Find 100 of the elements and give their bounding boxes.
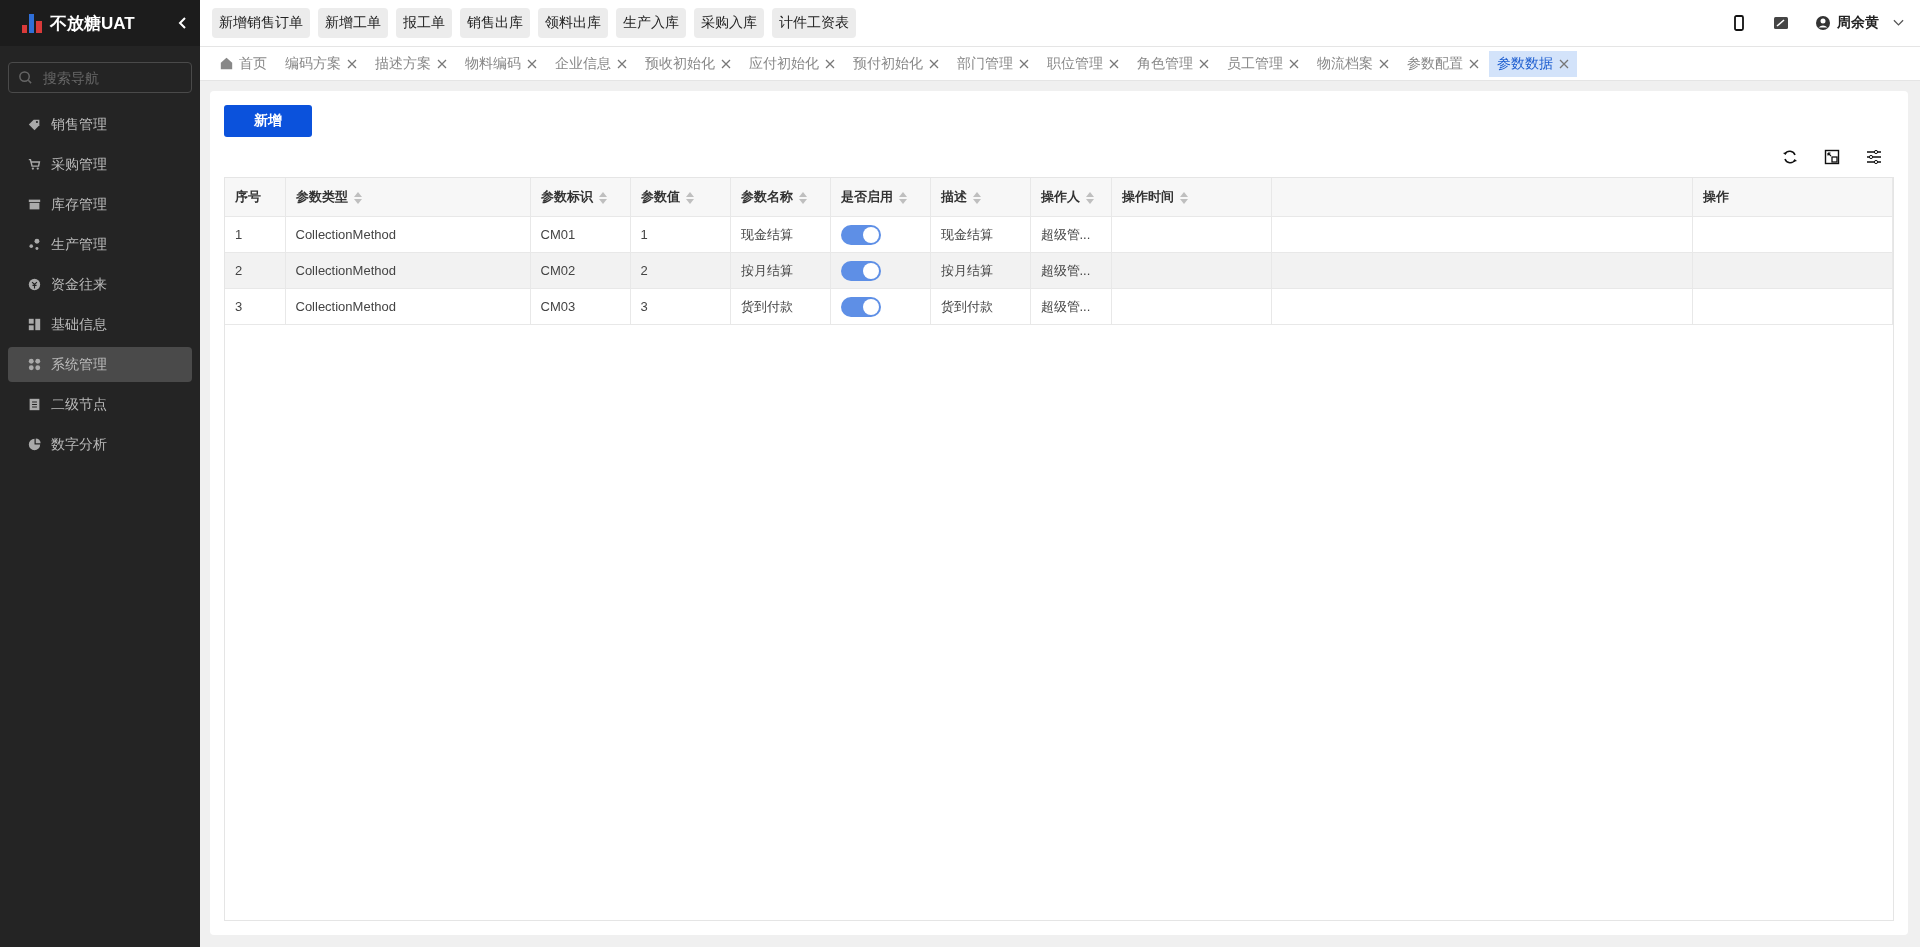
logo-icon <box>20 11 44 35</box>
table-cell: 超级管... <box>1030 252 1111 289</box>
table-cell: 现金结算 <box>930 216 1030 253</box>
column-header: 序号 <box>225 178 285 217</box>
blocks-icon <box>28 318 41 331</box>
close-icon[interactable] <box>347 58 357 69</box>
table-cell: 3 <box>225 288 285 325</box>
close-icon[interactable] <box>1469 58 1479 69</box>
table-cell: CollectionMethod <box>285 252 530 289</box>
nav-item[interactable]: 生产管理 <box>8 227 192 262</box>
close-icon[interactable] <box>1289 58 1299 69</box>
page-tab[interactable]: 部门管理 <box>949 50 1037 77</box>
table-cell: 1 <box>630 216 730 253</box>
page-tab[interactable]: 企业信息 <box>547 50 635 77</box>
user-avatar-icon[interactable] <box>1815 15 1831 31</box>
close-icon[interactable] <box>1559 58 1569 69</box>
nav-item[interactable]: 系统管理 <box>8 347 192 382</box>
column-header: 参数名称 <box>730 178 830 217</box>
toggle-switch[interactable] <box>840 296 881 317</box>
page-tab[interactable]: 员工管理 <box>1219 50 1307 77</box>
table-cell: CM01 <box>530 216 630 253</box>
table-cell: 3 <box>630 288 730 325</box>
column-header: 参数值 <box>630 178 730 217</box>
table-cell: CollectionMethod <box>285 216 530 253</box>
chevron-down-icon[interactable] <box>1893 19 1904 27</box>
quick-link-button[interactable]: 销售出库 <box>460 8 530 38</box>
collapse-icon[interactable] <box>178 16 188 30</box>
home-icon <box>220 57 233 70</box>
page-tab[interactable]: 编码方案 <box>277 50 365 77</box>
table-cell: 货到付款 <box>730 288 830 325</box>
close-icon[interactable] <box>437 58 447 69</box>
search-field[interactable]: 搜索导航 <box>8 62 192 93</box>
nav-item[interactable]: 资金往来 <box>8 267 192 302</box>
close-icon[interactable] <box>721 58 731 69</box>
nav-item[interactable]: 基础信息 <box>8 307 192 342</box>
close-icon[interactable] <box>1109 58 1119 69</box>
page-tab[interactable]: 首页 <box>212 50 275 77</box>
table-cell: 超级管... <box>1030 288 1111 325</box>
close-icon[interactable] <box>1379 58 1389 69</box>
column-header: 操作 <box>1692 178 1893 217</box>
table-cell: 现金结算 <box>730 216 830 253</box>
page-tab[interactable]: 物流档案 <box>1309 50 1397 77</box>
settings-icon[interactable] <box>1866 149 1882 165</box>
close-icon[interactable] <box>1019 58 1029 69</box>
table-cell: 按月结算 <box>730 252 830 289</box>
page-tab[interactable]: 参数配置 <box>1399 50 1487 77</box>
table-cell: 按月结算 <box>930 252 1030 289</box>
close-icon[interactable] <box>1199 58 1209 69</box>
table-cell: CollectionMethod <box>285 288 530 325</box>
brand-name: 不放糖UAT <box>50 12 136 35</box>
quick-link-button[interactable]: 生产入库 <box>616 8 686 38</box>
close-icon[interactable] <box>929 58 939 69</box>
page-tab[interactable]: 应付初始化 <box>741 50 843 77</box>
nav-item[interactable]: 库存管理 <box>8 187 192 222</box>
pie-chart-icon <box>28 438 41 451</box>
quick-link-button[interactable]: 采购入库 <box>694 8 764 38</box>
column-header: 描述 <box>930 178 1030 217</box>
table-cell: 2 <box>630 252 730 289</box>
quick-link-button[interactable]: 领料出库 <box>538 8 608 38</box>
toggle-switch[interactable] <box>840 260 881 281</box>
search-icon <box>18 70 33 85</box>
nav-item[interactable]: 数字分析 <box>8 427 192 462</box>
dots-icon <box>28 238 41 251</box>
table-cell: 1 <box>225 216 285 253</box>
page-tab[interactable]: 参数数据 <box>1489 50 1577 77</box>
nav-item[interactable]: 采购管理 <box>8 147 192 182</box>
page-tab[interactable]: 职位管理 <box>1039 50 1127 77</box>
tag-icon <box>28 118 41 131</box>
page-tab[interactable]: 预付初始化 <box>845 50 947 77</box>
column-header: 参数标识 <box>530 178 630 217</box>
cart-icon <box>28 158 41 171</box>
quick-link-button[interactable]: 新增销售订单 <box>212 8 310 38</box>
quick-link-button[interactable]: 报工单 <box>396 8 452 38</box>
table-cell: 超级管... <box>1030 216 1111 253</box>
close-icon[interactable] <box>825 58 835 69</box>
density-icon[interactable] <box>1824 149 1840 165</box>
user-name[interactable]: 周余黄 <box>1837 14 1879 32</box>
phone-icon[interactable] <box>1731 15 1747 31</box>
close-icon[interactable] <box>527 58 537 69</box>
table-cell: 2 <box>225 252 285 289</box>
quick-link-button[interactable]: 新增工单 <box>318 8 388 38</box>
column-header: 操作时间 <box>1111 178 1271 217</box>
document-icon <box>28 398 41 411</box>
toggle-switch[interactable] <box>840 224 881 245</box>
coin-icon <box>28 278 41 291</box>
column-header: 参数类型 <box>285 178 530 217</box>
quick-link-button[interactable]: 计件工资表 <box>772 8 856 38</box>
close-icon[interactable] <box>617 58 627 69</box>
table-cell: CM03 <box>530 288 630 325</box>
page-tab[interactable]: 描述方案 <box>367 50 455 77</box>
refresh-icon[interactable] <box>1782 149 1798 165</box>
page-tab[interactable]: 预收初始化 <box>637 50 739 77</box>
nav-item[interactable]: 二级节点 <box>8 387 192 422</box>
page-tab[interactable]: 角色管理 <box>1129 50 1217 77</box>
column-header: 操作人 <box>1030 178 1111 217</box>
table-cell: CM02 <box>530 252 630 289</box>
add-button[interactable]: 新增 <box>224 105 312 137</box>
nav-item[interactable]: 销售管理 <box>8 107 192 142</box>
box-icon <box>28 198 41 211</box>
page-tab[interactable]: 物料编码 <box>457 50 545 77</box>
